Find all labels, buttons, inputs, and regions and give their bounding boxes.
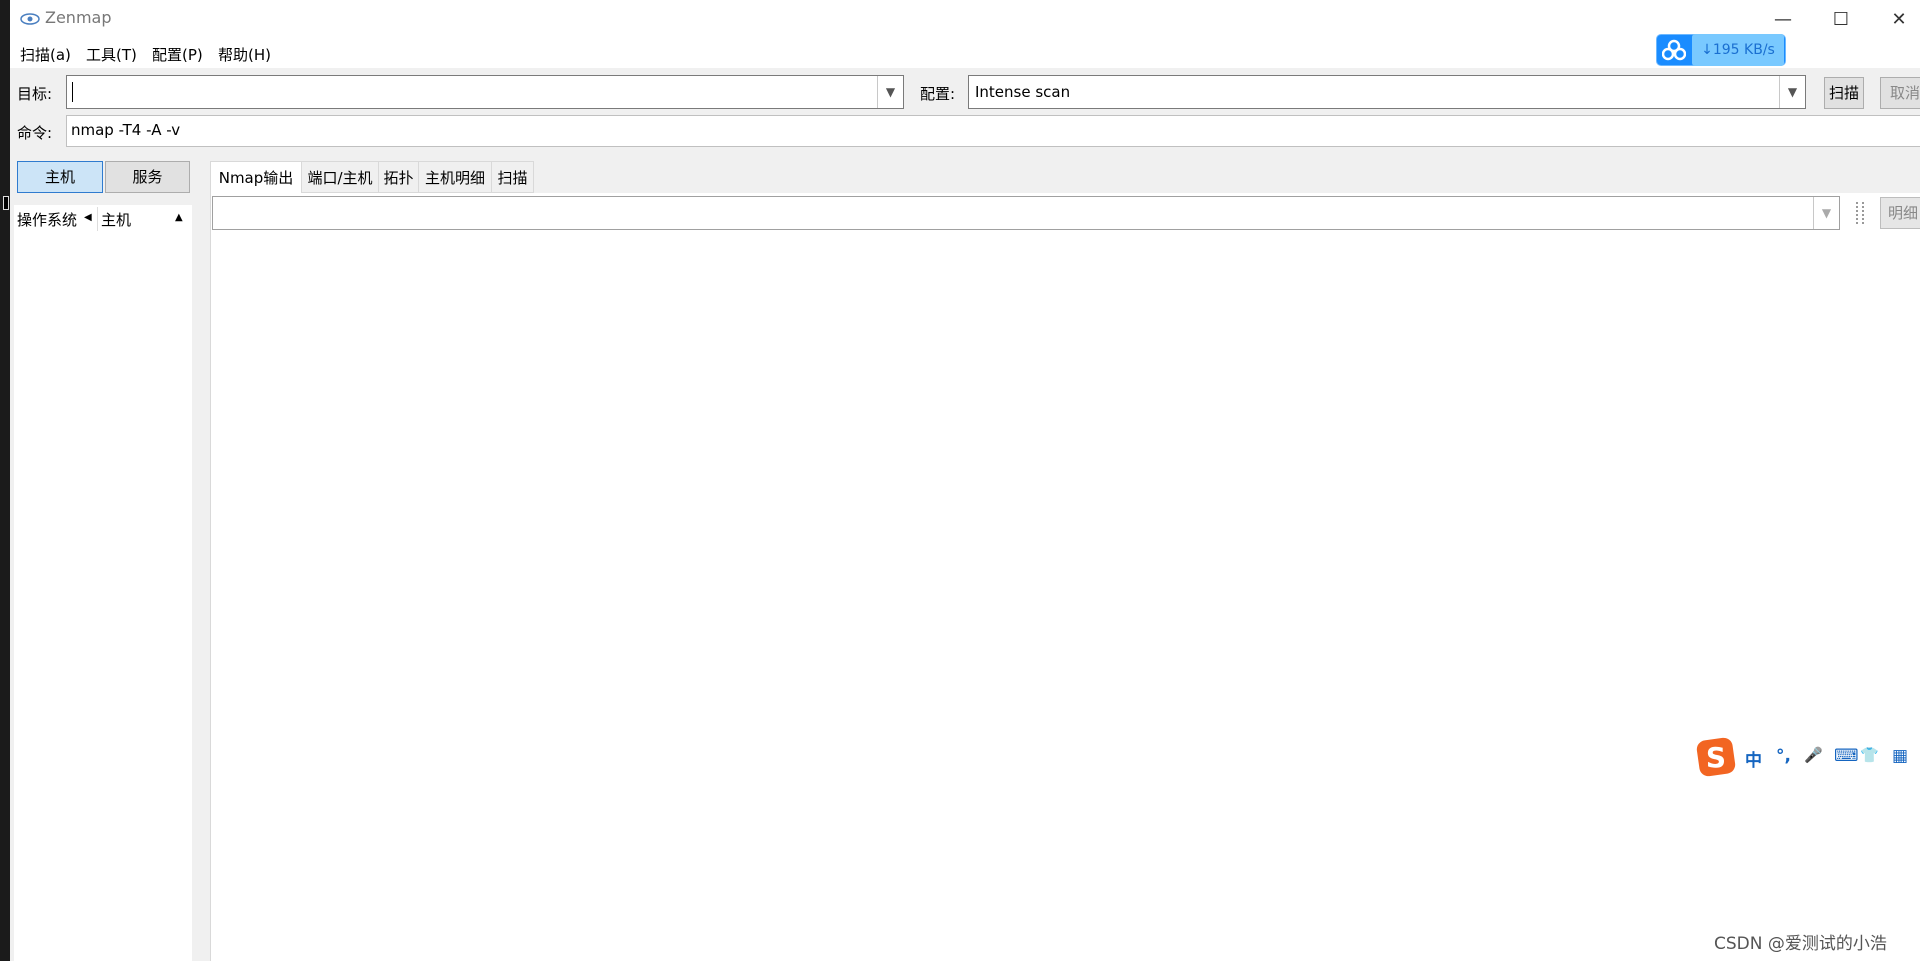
ime-punctuation[interactable]: °,	[1776, 746, 1791, 766]
details-button[interactable]: 明细	[1880, 197, 1920, 229]
menu-tools[interactable]: 工具(T)	[86, 44, 137, 65]
skin-shirt-icon[interactable]: 👕	[1860, 746, 1879, 764]
menu-scan[interactable]: 扫描(a)	[20, 44, 71, 65]
column-divider[interactable]	[97, 207, 98, 231]
sort-left-icon: ◀	[84, 212, 92, 223]
menu-profile[interactable]: 配置(P)	[152, 44, 203, 65]
cancel-button[interactable]: 取消	[1880, 77, 1920, 109]
column-header-host[interactable]: 主机	[101, 209, 131, 230]
download-speed-value: ↓195 KB/s	[1692, 34, 1784, 66]
target-input[interactable]	[67, 76, 889, 106]
title-bar	[10, 0, 1920, 38]
menu-help[interactable]: 帮助(H)	[218, 44, 271, 65]
maximize-button[interactable]: ☐	[1816, 4, 1866, 36]
sogou-logo-icon[interactable]: S	[1696, 737, 1736, 777]
edge-marker	[3, 196, 9, 210]
eye-icon	[20, 13, 40, 25]
minimize-button[interactable]: —	[1758, 4, 1808, 36]
command-input[interactable]	[66, 115, 1920, 147]
watermark: CSDN @爱测试的小浩	[1714, 934, 1887, 954]
toolbox-icon[interactable]: ▦	[1892, 746, 1908, 766]
command-label: 命令:	[17, 124, 53, 142]
profile-value: Intense scan	[975, 83, 1071, 101]
tab-nmap-output[interactable]: Nmap输出	[210, 161, 302, 195]
keyboard-icon[interactable]: ⌨	[1834, 746, 1859, 766]
tab-host-details[interactable]: 主机明细	[418, 161, 492, 193]
cloud-icon	[1662, 39, 1686, 61]
close-button[interactable]: ✕	[1874, 4, 1920, 36]
services-toggle-button[interactable]: 服务	[105, 161, 190, 193]
host-list[interactable]	[14, 205, 192, 961]
sort-up-icon: ▲	[175, 212, 183, 223]
command-value: nmap -T4 -A -v	[71, 121, 181, 139]
window-title: Zenmap	[45, 8, 112, 27]
chevron-down-icon[interactable]: ▼	[1813, 197, 1839, 229]
grip-handle-icon[interactable]	[1856, 202, 1864, 224]
target-label: 目标:	[17, 85, 53, 103]
svg-text:S: S	[1706, 741, 1726, 774]
target-combobox[interactable]	[66, 75, 904, 109]
profile-label: 配置:	[920, 85, 956, 103]
chevron-down-icon[interactable]: ▼	[1779, 76, 1805, 108]
output-host-select[interactable]	[212, 196, 1840, 230]
tab-ports-hosts[interactable]: 端口/主机	[301, 161, 379, 193]
menu-bar	[10, 38, 1920, 68]
nmap-output-panel[interactable]	[210, 193, 1920, 961]
tab-topology[interactable]: 拓扑	[378, 161, 419, 193]
ime-chinese-mode[interactable]: 中	[1745, 746, 1762, 771]
column-header-os[interactable]: 操作系统	[17, 209, 77, 230]
chevron-down-icon[interactable]: ▼	[877, 76, 903, 108]
profile-select[interactable]	[968, 75, 1806, 109]
window-edge	[0, 0, 10, 961]
tab-scans[interactable]: 扫描	[491, 161, 534, 193]
text-caret	[72, 82, 73, 102]
hosts-toggle-button[interactable]: 主机	[17, 161, 103, 193]
microphone-icon[interactable]: 🎤	[1804, 746, 1823, 764]
scan-button[interactable]: 扫描	[1824, 77, 1864, 109]
